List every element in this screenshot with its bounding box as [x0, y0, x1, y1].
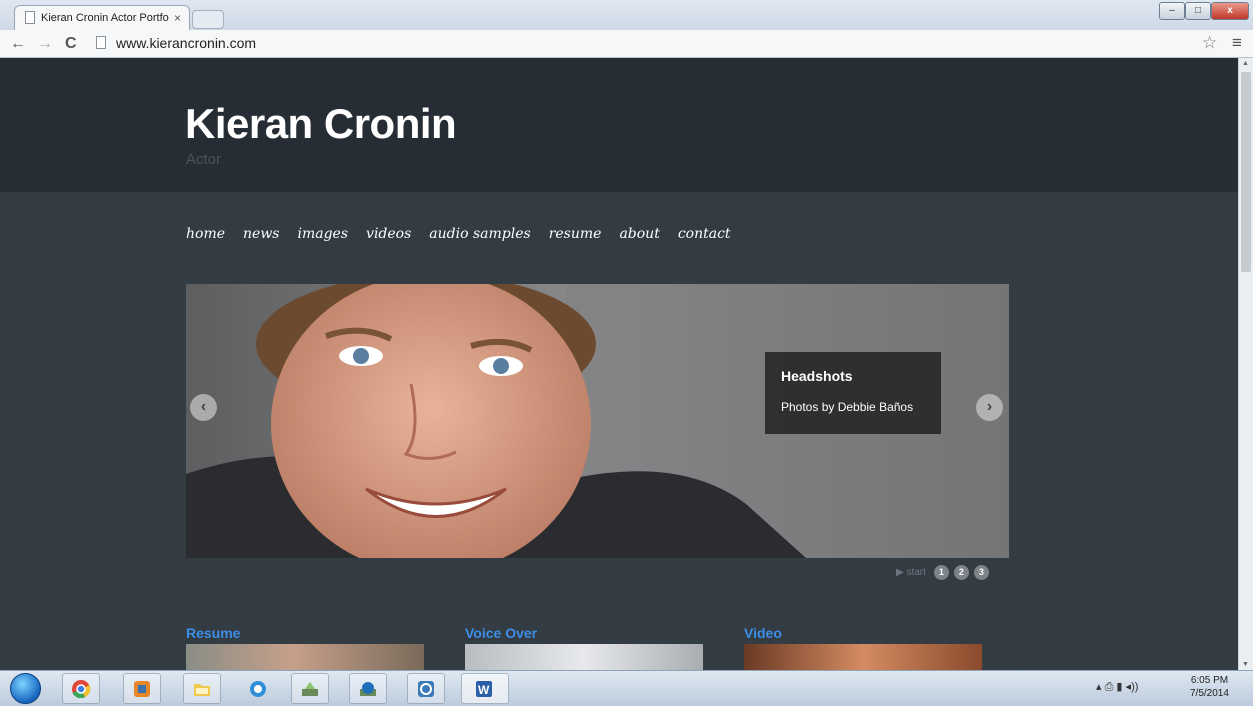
caption-text: Photos by Debbie Baños: [781, 400, 914, 414]
url-text: www.kierancronin.com: [116, 35, 257, 51]
slider-controls: ▶ start 1 2 3: [896, 564, 994, 580]
globe-app-icon: [418, 681, 434, 697]
slide-page-3[interactable]: 3: [973, 564, 989, 580]
close-window-button[interactable]: x: [1211, 2, 1249, 20]
slide-page-2[interactable]: 2: [953, 564, 969, 580]
taskbar-app-blue[interactable]: [239, 673, 277, 704]
hp-icon: [360, 682, 376, 696]
menu-icon[interactable]: ≡: [1232, 33, 1242, 53]
video-thumbnail[interactable]: [744, 644, 982, 670]
nav-resume[interactable]: resume: [549, 226, 602, 242]
slide-caption: Headshots Photos by Debbie Baños: [765, 352, 941, 434]
back-icon[interactable]: ←: [10, 35, 26, 53]
address-bar[interactable]: www.kierancronin.com: [92, 33, 1200, 54]
nav-home[interactable]: home: [186, 226, 225, 242]
forward-icon[interactable]: →: [37, 35, 53, 53]
nav-images[interactable]: images: [298, 226, 349, 242]
taskbar-hp[interactable]: [349, 673, 387, 704]
start-button[interactable]: [10, 673, 41, 704]
resume-thumbnail[interactable]: [186, 644, 424, 670]
maximize-button[interactable]: □: [1185, 2, 1211, 20]
tab-close-icon[interactable]: ×: [174, 11, 181, 25]
nav-audio-samples[interactable]: audio samples: [429, 226, 530, 242]
nav-videos[interactable]: videos: [366, 226, 411, 242]
voice-over-thumbnail[interactable]: [465, 644, 703, 670]
slideshow-start-button[interactable]: ▶ start: [896, 567, 926, 578]
taskbar-app-globe[interactable]: [407, 673, 445, 704]
browser-tab[interactable]: Kieran Cronin Actor Portfo ×: [14, 5, 190, 30]
headshot-slider: Headshots Photos by Debbie Baños ‹ ›: [186, 284, 1009, 558]
web-page: Kieran Cronin Actor home news images vid…: [0, 58, 1238, 670]
chrome-icon: [72, 680, 91, 699]
clock-time: 6:05 PM: [1190, 675, 1229, 686]
scroll-up-icon[interactable]: ▲: [1242, 60, 1249, 67]
system-tray-icons[interactable]: ▴ ⎙ ▮ ◂)): [1096, 680, 1138, 694]
page-icon: [96, 36, 106, 49]
scroll-down-icon[interactable]: ▼: [1242, 661, 1249, 668]
nav-news[interactable]: news: [243, 226, 279, 242]
taskbar-scanner[interactable]: [291, 673, 329, 704]
page-scrollbar[interactable]: ▲ ▼: [1238, 58, 1253, 670]
taskbar-file-explorer[interactable]: [183, 673, 221, 704]
scrollbar-thumb[interactable]: [1241, 72, 1251, 272]
browser-titlebar: Kieran Cronin Actor Portfo × – □ x: [0, 0, 1253, 30]
circle-app-icon: [250, 681, 266, 697]
site-title[interactable]: Kieran Cronin: [185, 100, 457, 148]
nav-contact[interactable]: contact: [678, 226, 731, 242]
taskbar-clock[interactable]: 6:05 PM 7/5/2014: [1190, 674, 1229, 700]
site-header: Kieran Cronin Actor: [0, 58, 1238, 192]
new-tab-button[interactable]: [192, 10, 224, 29]
windows-taskbar: W ▴ ⎙ ▮ ◂)) 6:05 PM 7/5/2014: [0, 670, 1253, 706]
clock-date: 7/5/2014: [1190, 688, 1229, 699]
main-nav: home news images videos audio samples re…: [186, 226, 749, 242]
bookmark-star-icon[interactable]: ☆: [1202, 33, 1217, 53]
scanner-icon: [302, 682, 318, 696]
folder-icon: [194, 684, 210, 696]
section-title-resume[interactable]: Resume: [186, 625, 240, 641]
nav-about[interactable]: about: [619, 226, 659, 242]
next-slide-icon[interactable]: ›: [976, 394, 1003, 421]
svg-text:W: W: [478, 683, 490, 697]
tab-title: Kieran Cronin Actor Portfo: [41, 12, 169, 24]
section-title-voice-over[interactable]: Voice Over: [465, 625, 537, 641]
taskbar-word[interactable]: W: [461, 673, 509, 704]
slide-page-1[interactable]: 1: [933, 564, 949, 580]
word-icon: W: [476, 681, 492, 697]
minimize-button[interactable]: –: [1159, 2, 1185, 20]
media-player-icon: [134, 681, 150, 697]
section-title-video[interactable]: Video: [744, 625, 782, 641]
previous-slide-icon[interactable]: ‹: [190, 394, 217, 421]
caption-title: Headshots: [781, 368, 853, 384]
taskbar-media-player[interactable]: [123, 673, 161, 704]
page-icon: [25, 11, 35, 24]
site-subtitle: Actor: [186, 151, 222, 168]
browser-toolbar: ← → C www.kierancronin.com ☆ ≡: [0, 30, 1253, 58]
reload-icon[interactable]: C: [65, 35, 77, 53]
taskbar-chrome[interactable]: [62, 673, 100, 704]
